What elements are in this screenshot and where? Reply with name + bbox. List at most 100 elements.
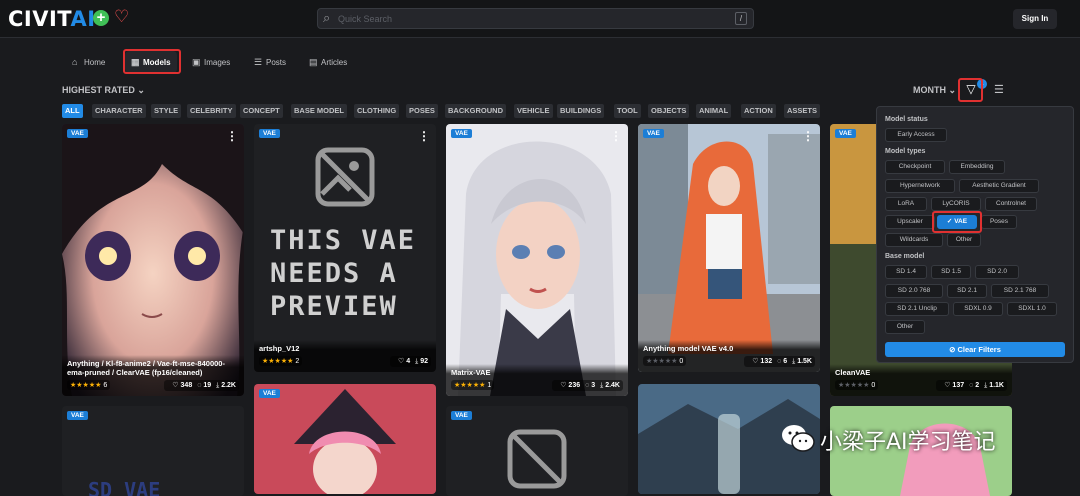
filter-chip-sdxl-0-9[interactable]: SDXL 0.9 <box>953 302 1003 316</box>
model-card[interactable]: THIS VAE NEEDS A PREVIEW VAE ⋮ artshp_V1… <box>254 124 436 372</box>
filter-chip-sd-1-5[interactable]: SD 1.5 <box>931 265 971 279</box>
tag-animal[interactable]: ANIMAL <box>696 104 732 118</box>
nav-posts[interactable]: ☰ Posts <box>254 51 286 73</box>
tag-base-model[interactable]: BASE MODEL <box>291 104 348 118</box>
filter-off-icon: ⊘ <box>949 345 956 354</box>
tag-vehicle[interactable]: VEHICLE <box>514 104 553 118</box>
type-badge: VAE <box>67 411 88 420</box>
civitai-logo[interactable]: CIVITAI <box>8 7 96 31</box>
filter-chip-hypernetwork[interactable]: Hypernetwork <box>885 179 955 193</box>
card-footer: Anything model VAE v4.0 ★★★★★ 0 ♡ 132 ◌ 6 ⤓… <box>638 340 820 372</box>
filter-chip-sd-2-0[interactable]: SD 2.0 <box>975 265 1019 279</box>
filter-chip-sd-2-1-unclip[interactable]: SD 2.1 Unclip <box>885 302 949 316</box>
filter-chip-embedding[interactable]: Embedding <box>949 160 1005 174</box>
more-options-icon[interactable]: ⋮ <box>418 129 430 143</box>
highlight-box-filter <box>958 78 983 102</box>
heart-icon: ♡ <box>560 382 567 389</box>
card-image <box>446 124 628 396</box>
layout-toggle-icon[interactable]: ☰ <box>994 83 1004 96</box>
nav-images[interactable]: ▣ Images <box>192 51 230 73</box>
rating-count: 6 <box>103 382 108 389</box>
image-placeholder-icon <box>315 147 375 207</box>
filter-chip-sd-1-4[interactable]: SD 1.4 <box>885 265 927 279</box>
comment-icon: ◌ <box>777 358 782 365</box>
filter-chip-checkpoint[interactable]: Checkpoint <box>885 160 945 174</box>
filter-chip-controlnet[interactable]: Controlnet <box>985 197 1037 211</box>
more-options-icon[interactable]: ⋮ <box>610 129 622 143</box>
likes-count: 4 <box>406 358 411 365</box>
tag-buildings[interactable]: BUILDINGS <box>557 104 605 118</box>
tag-clothing[interactable]: CLOTHING <box>354 104 400 118</box>
heart-icon: ♡ <box>752 358 759 365</box>
tag-action[interactable]: ACTION <box>741 104 776 118</box>
model-card[interactable]: VAE <box>254 384 436 494</box>
rating-stars: ★★★★★ 6 <box>67 380 111 390</box>
download-icon: ⤓ <box>792 358 796 365</box>
downloads-count: 2.4K <box>605 382 620 389</box>
model-card[interactable]: VAE ⋮ Anything / Kl-f8-anime2 / Vae-ft-m… <box>62 124 244 396</box>
filter-chip-sd-2-1-768[interactable]: SD 2.1 768 <box>991 284 1049 298</box>
sort-label: HIGHEST RATED <box>62 85 135 95</box>
period-dropdown[interactable]: MONTH ⌄ <box>913 85 956 96</box>
model-card[interactable]: VAE ⋮ Matrix-VAE ★★★★★ 1 ♡ 236 ◌ 3 ⤓ 2.4K <box>446 124 628 396</box>
filter-chip-sd-2-1[interactable]: SD 2.1 <box>947 284 987 298</box>
type-badge: VAE <box>835 129 856 138</box>
model-status-heading: Model status <box>885 116 928 123</box>
filter-chip-sd-2-0-768[interactable]: SD 2.0 768 <box>885 284 943 298</box>
filter-chip-early-access[interactable]: Early Access <box>885 128 947 142</box>
create-plus-icon[interactable]: + <box>93 10 109 26</box>
quick-search-box[interactable]: ⌕ / <box>317 8 754 29</box>
clear-filters-button[interactable]: ⊘ Clear Filters <box>885 342 1065 357</box>
rating-count: 0 <box>871 382 876 389</box>
type-badge: VAE <box>451 129 472 138</box>
filter-chip-lycoris[interactable]: LyCORIS <box>931 197 981 211</box>
logo-ai-text: AI <box>70 7 96 31</box>
file-icon: ▤ <box>309 57 318 67</box>
more-options-icon[interactable]: ⋮ <box>802 129 814 143</box>
card-title: Anything model VAE v4.0 <box>643 344 734 353</box>
search-input[interactable] <box>338 11 718 26</box>
tag-style[interactable]: STYLE <box>151 104 182 118</box>
likes-count: 348 <box>180 382 193 389</box>
tag-assets[interactable]: ASSETS <box>784 104 821 118</box>
nav-home[interactable]: ⌂ Home <box>72 51 105 73</box>
tag-tool[interactable]: TOOL <box>614 104 641 118</box>
more-options-icon[interactable]: ⋮ <box>226 129 238 143</box>
model-card[interactable]: VAE ⋮ Anything model VAE v4.0 ★★★★★ 0 ♡ 1… <box>638 124 820 372</box>
filter-chip-poses[interactable]: Poses <box>981 215 1017 229</box>
card-footer: Matrix-VAE ★★★★★ 1 ♡ 236 ◌ 3 ⤓ 2.4K <box>446 364 628 396</box>
tag-background[interactable]: BACKGROUND <box>445 104 506 118</box>
filter-chip-other-base[interactable]: Other <box>885 320 925 334</box>
tag-character[interactable]: CHARACTER <box>92 104 146 118</box>
tag-celebrity[interactable]: CELEBRITY <box>187 104 236 118</box>
filter-chip-wildcards[interactable]: Wildcards <box>885 233 943 247</box>
comments-count: 6 <box>783 358 788 365</box>
card-title: Anything / Kl-f8-anime2 / Vae-ft-mse-840… <box>67 359 225 377</box>
heart-icon: ♡ <box>172 382 179 389</box>
card-image <box>254 384 436 494</box>
model-card[interactable]: VAE SD VAE <box>62 406 244 496</box>
card-title: artshp_V12 <box>259 344 300 353</box>
filter-chip-aesthetic-gradient[interactable]: Aesthetic Gradient <box>959 179 1039 193</box>
nav-articles[interactable]: ▤ Articles <box>309 51 347 73</box>
tag-concept[interactable]: CONCEPT <box>240 104 283 118</box>
type-badge: VAE <box>451 411 472 420</box>
sign-in-button[interactable]: Sign In <box>1013 9 1057 29</box>
downloads-count: 2.2K <box>221 382 236 389</box>
layout-icon: ☰ <box>254 57 263 67</box>
rating-stars: ★★★★★ 1 <box>451 380 495 390</box>
tag-poses[interactable]: POSES <box>406 104 438 118</box>
filter-chip-sdxl-1-0[interactable]: SDXL 1.0 <box>1007 302 1057 316</box>
support-heart-icon[interactable]: ♡ <box>114 7 129 27</box>
filter-chip-lora[interactable]: LoRA <box>885 197 927 211</box>
sort-dropdown[interactable]: HIGHEST RATED ⌄ <box>62 85 145 96</box>
model-types-heading: Model types <box>885 148 926 155</box>
filter-chip-upscaler[interactable]: Upscaler <box>885 215 935 229</box>
tag-objects[interactable]: OBJECTS <box>648 104 690 118</box>
tag-all[interactable]: ALL <box>62 104 83 118</box>
download-icon: ⤓ <box>415 358 419 365</box>
card-metrics: ♡ 348 ◌ 19 ⤓ 2.2K <box>164 380 239 391</box>
model-card[interactable]: VAE <box>446 406 628 496</box>
filter-chip-other-type[interactable]: Other <box>947 233 981 247</box>
download-icon: ⤓ <box>216 382 220 389</box>
